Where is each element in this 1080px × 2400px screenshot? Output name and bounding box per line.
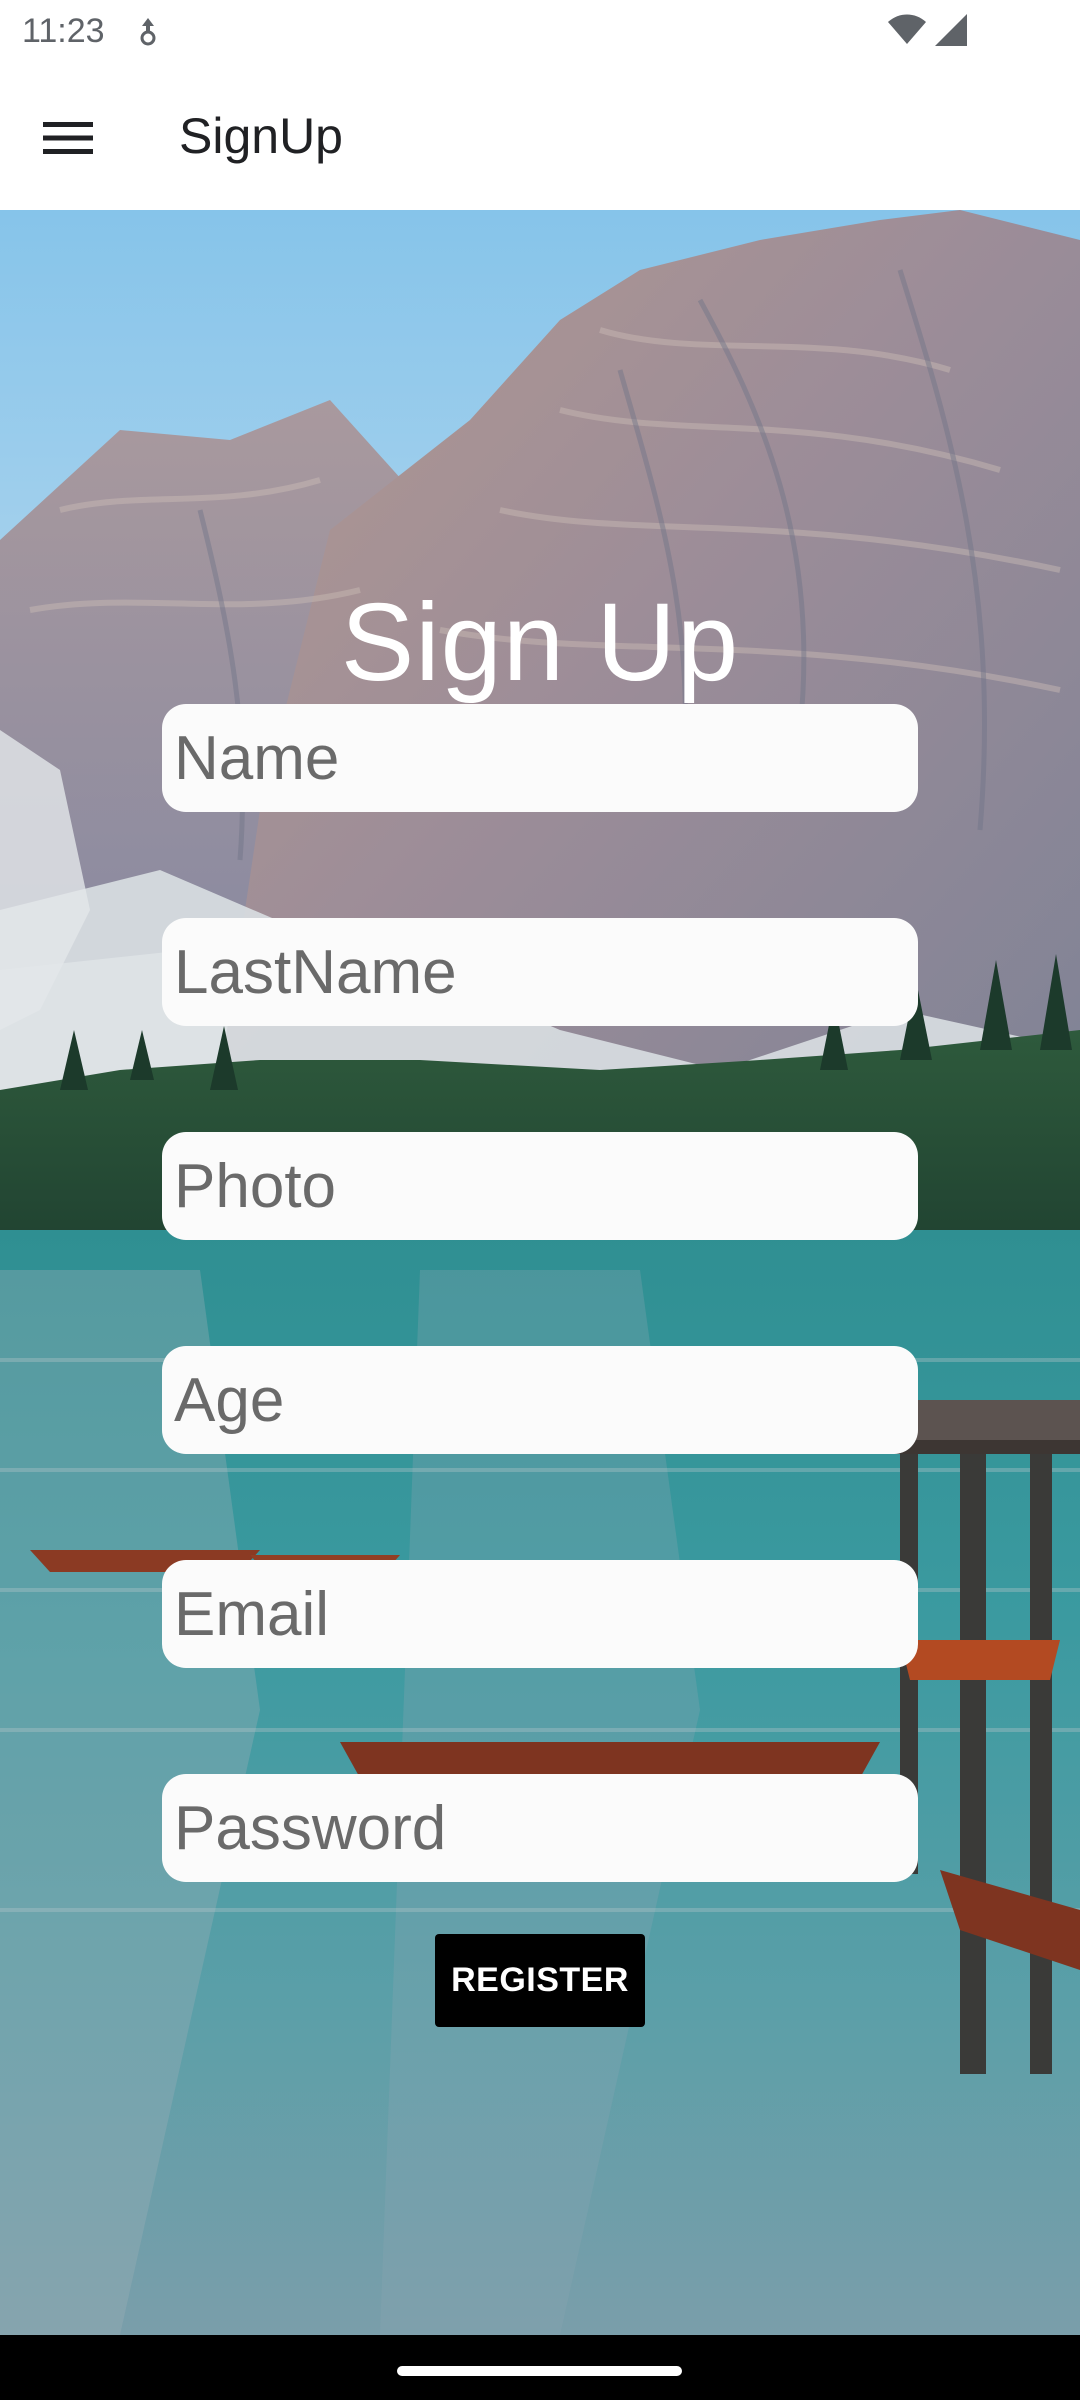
navigation-bar [0,2335,1080,2400]
email-input[interactable] [162,1560,918,1668]
age-input[interactable] [162,1346,918,1454]
data-saver-icon [140,18,156,46]
lastname-input[interactable] [162,918,918,1026]
home-gesture-handle[interactable] [397,2366,682,2376]
photo-input[interactable] [162,1132,918,1240]
hamburger-menu-icon [43,122,93,154]
app-title: SignUp [179,108,343,164]
register-button[interactable]: REGISTER [435,1934,645,2027]
wifi-icon [888,14,926,44]
name-input[interactable] [162,704,918,812]
page-heading: Sign Up [340,580,740,704]
cell-signal-icon [935,14,967,46]
status-bar: 11:23 [0,0,1080,63]
status-time: 11:23 [22,12,105,50]
menu-button[interactable] [28,103,108,173]
app-bar: SignUp [0,63,1080,210]
password-input[interactable] [162,1774,918,1882]
